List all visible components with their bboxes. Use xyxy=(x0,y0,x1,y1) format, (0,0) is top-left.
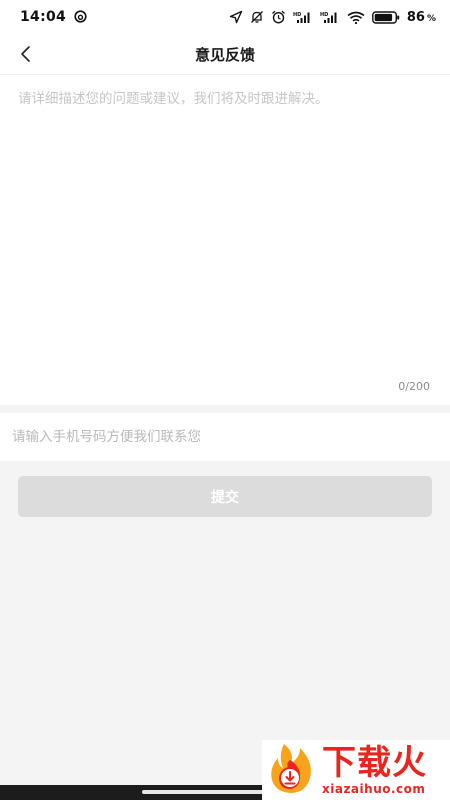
location-arrow-icon xyxy=(229,10,243,24)
back-button[interactable] xyxy=(12,40,40,68)
battery-icon xyxy=(371,10,400,24)
watermark-text: 下载火 xiazaihuo.com xyxy=(322,746,427,795)
status-right: HD HD 86% xyxy=(229,10,436,25)
svg-text:HD: HD xyxy=(293,12,301,18)
wifi-icon xyxy=(347,11,365,24)
submit-button[interactable]: 提交 xyxy=(18,476,432,517)
phone-row xyxy=(0,413,450,461)
signal-hd-1-icon: HD xyxy=(293,11,313,24)
watermark-cn: 下载火 xyxy=(322,742,427,783)
flame-logo-icon xyxy=(266,740,318,800)
svg-text:HD: HD xyxy=(320,12,328,18)
mute-bell-icon xyxy=(250,10,264,24)
status-left: 14:04 xyxy=(20,8,87,27)
battery-percent: 86% xyxy=(406,9,436,25)
feedback-box: 0/200 xyxy=(0,74,450,405)
watermark: 下载火 xiazaihuo.com xyxy=(262,740,450,800)
watermark-en: xiazaihuo.com xyxy=(322,781,426,796)
home-indicator[interactable] xyxy=(142,790,278,794)
phone-input[interactable] xyxy=(0,413,450,461)
status-bar: 14:04 HD HD 86% xyxy=(0,0,450,34)
netease-cloud-icon xyxy=(74,8,87,27)
nav-bar: 意见反馈 xyxy=(0,34,450,74)
char-count: 0/200 xyxy=(398,380,430,393)
page-title: 意见反馈 xyxy=(194,45,255,64)
signal-hd-2-icon: HD xyxy=(320,11,340,24)
alarm-icon xyxy=(271,10,286,24)
status-time: 14:04 xyxy=(20,9,67,25)
feedback-textarea[interactable] xyxy=(0,75,450,375)
chevron-left-icon xyxy=(21,46,30,62)
